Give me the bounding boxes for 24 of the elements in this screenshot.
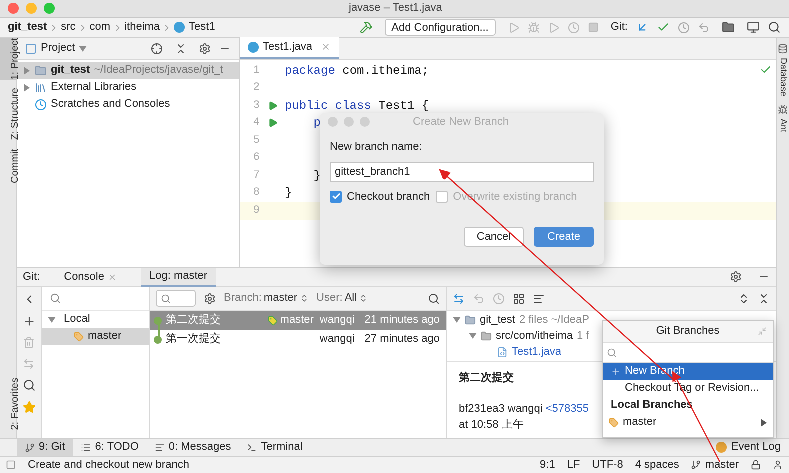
line-number: 5	[252, 134, 260, 148]
code-line: public class Test1 {	[285, 98, 430, 115]
line-number: 9	[252, 204, 260, 218]
tool-window-title: Git:	[23, 270, 40, 285]
code-line: p	[312, 115, 322, 132]
dialog-title: Create New Branch	[413, 114, 509, 130]
window-title: javase – Test1.java	[349, 1, 442, 16]
code-line: }	[285, 185, 292, 202]
commit-info: bf231ea3 wangqi <578355	[459, 402, 589, 416]
line-number: 1	[252, 64, 260, 78]
line-number: 8	[252, 186, 260, 201]
code-line: package com.itheima;	[285, 62, 430, 80]
commit-message: 第二次提交	[459, 370, 514, 386]
popup-title: Git Branches	[656, 324, 720, 340]
code-line: }	[312, 168, 322, 185]
git-label: Git:	[610, 20, 628, 36]
line-number: 3	[252, 98, 260, 114]
field-label: New branch name:	[330, 140, 424, 155]
line-number: 6	[252, 151, 260, 166]
line-number: 4	[252, 116, 260, 131]
line-number: 7	[252, 168, 260, 184]
line-number: 2	[252, 81, 260, 96]
status-message: Create and checkout new branch	[28, 458, 190, 473]
commit-time: at 10:58 上午	[459, 418, 524, 433]
